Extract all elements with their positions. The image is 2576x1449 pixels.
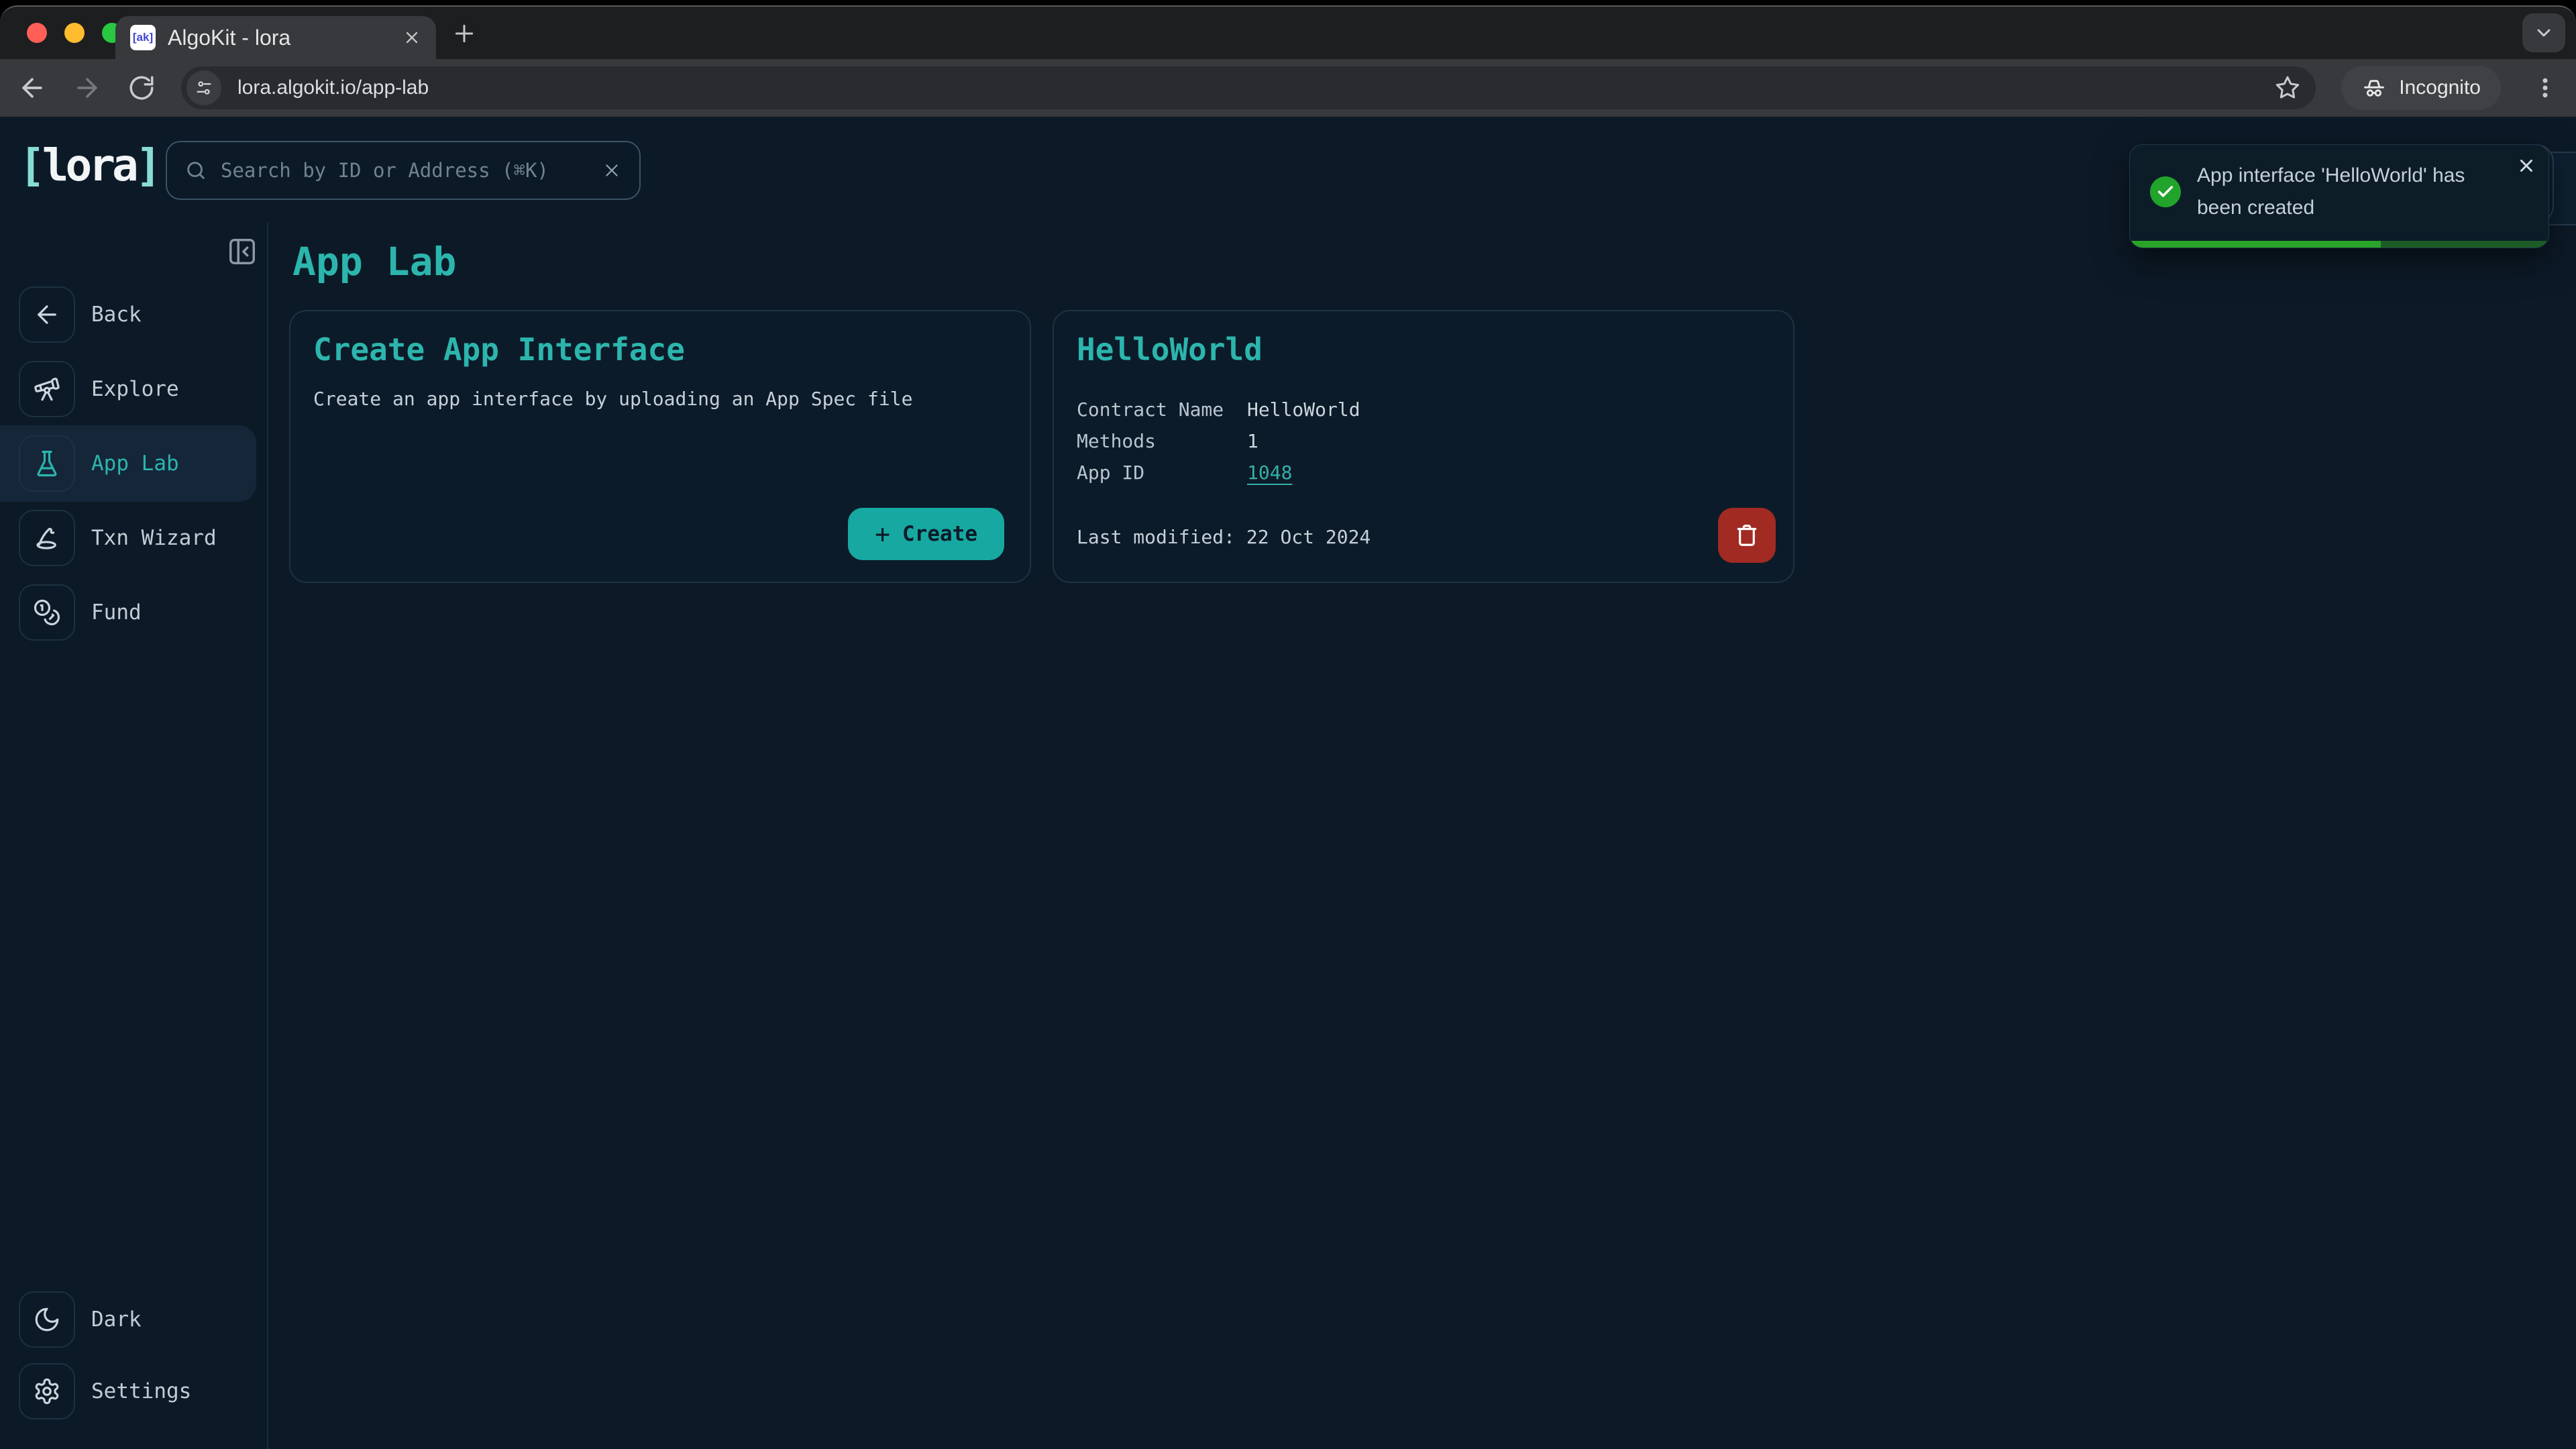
helloworld-app-card: HelloWorld Contract Name HelloWorld Meth… — [1053, 310, 1794, 583]
wizard-hat-icon — [19, 510, 75, 566]
gear-icon — [19, 1363, 75, 1419]
tab-close-icon[interactable] — [402, 28, 421, 47]
close-window-button[interactable] — [27, 23, 47, 43]
sidebar-item-label: Settings — [91, 1379, 191, 1403]
create-app-interface-card: Create App Interface Create an app inter… — [289, 310, 1031, 583]
main-content: App Lab Create App Interface Create an a… — [270, 117, 2576, 1449]
flask-icon — [19, 435, 75, 492]
detail-row-methods: Methods 1 — [1077, 430, 1770, 452]
sidebar-item-back[interactable]: Back — [0, 286, 266, 343]
browser-window: [ak] AlgoKit - lora lora.algokit.io/a — [0, 5, 2576, 1449]
card-description: Create an app interface by uploading an … — [313, 388, 1007, 410]
sidebar-item-label: Txn Wizard — [91, 526, 217, 550]
tab-strip: [ak] AlgoKit - lora — [0, 7, 2576, 59]
sidebar-item-txn-wizard[interactable]: Txn Wizard — [0, 510, 266, 566]
delete-app-button[interactable] — [1718, 508, 1776, 563]
sidebar-bottom-nav: Dark Settings — [0, 1291, 266, 1419]
reload-icon[interactable] — [127, 74, 156, 102]
sidebar-item-label: Back — [91, 303, 142, 327]
sidebar-collapse-icon[interactable] — [227, 236, 258, 267]
toast-progress-fill — [2130, 241, 2381, 248]
tab-search-button[interactable] — [2522, 13, 2565, 52]
detail-row-contract-name: Contract Name HelloWorld — [1077, 398, 1770, 421]
incognito-badge: Incognito — [2341, 66, 2501, 110]
last-modified-text: Last modified: 22 Oct 2024 — [1077, 526, 1371, 563]
lora-logo[interactable]: [lora] — [19, 140, 158, 191]
sidebar-item-label: Dark — [91, 1307, 142, 1332]
toast-progress-bar — [2130, 241, 2548, 248]
tab-favicon-icon: [ak] — [130, 25, 156, 50]
sidebar-item-settings[interactable]: Settings — [0, 1363, 266, 1419]
toast-body: App interface 'HelloWorld' has been crea… — [2130, 145, 2548, 239]
minimize-window-button[interactable] — [64, 23, 85, 43]
tab-title: AlgoKit - lora — [168, 25, 390, 50]
coins-icon — [19, 584, 75, 641]
browser-menu-icon[interactable] — [2532, 74, 2559, 101]
sidebar-item-fund[interactable]: Fund — [0, 584, 266, 641]
create-button-label: Create — [902, 522, 977, 546]
sidebar-item-label: App Lab — [91, 451, 179, 476]
site-settings-icon[interactable] — [186, 70, 221, 105]
window-controls — [27, 23, 122, 43]
sidebar-item-label: Explore — [91, 377, 179, 401]
app-id-link[interactable]: 1048 — [1247, 462, 1292, 484]
create-button[interactable]: + Create — [848, 508, 1004, 560]
page-title: App Lab — [292, 239, 456, 284]
cards-row: Create App Interface Create an app inter… — [289, 310, 1794, 583]
url-text[interactable]: lora.algokit.io/app-lab — [237, 76, 2258, 99]
moon-icon — [19, 1291, 75, 1348]
arrow-left-icon — [19, 286, 75, 343]
incognito-label: Incognito — [2399, 76, 2481, 99]
trash-icon — [1734, 523, 1760, 548]
lora-app: [lora] Back — [0, 117, 2576, 1449]
success-toast: App interface 'HelloWorld' has been crea… — [2129, 144, 2549, 248]
success-check-icon — [2150, 176, 2181, 207]
sidebar: Back Explore App Lab — [0, 223, 268, 1449]
sidebar-item-theme-dark[interactable]: Dark — [0, 1291, 266, 1348]
browser-tab[interactable]: [ak] AlgoKit - lora — [115, 16, 436, 59]
sidebar-item-explore[interactable]: Explore — [0, 361, 266, 417]
detail-row-app-id: App ID 1048 — [1077, 462, 1770, 484]
browser-toolbar: lora.algokit.io/app-lab Incognito — [0, 59, 2576, 117]
bookmark-star-icon[interactable] — [2274, 74, 2301, 101]
new-tab-button[interactable] — [451, 20, 478, 47]
toast-message: App interface 'HelloWorld' has been crea… — [2197, 160, 2499, 224]
card-footer: Last modified: 22 Oct 2024 — [1077, 508, 1776, 563]
forward-icon[interactable] — [72, 73, 102, 103]
toast-close-icon[interactable] — [2516, 156, 2536, 176]
sidebar-nav: Back Explore App Lab — [0, 286, 266, 641]
address-bar[interactable]: lora.algokit.io/app-lab — [181, 66, 2316, 109]
sidebar-item-app-lab[interactable]: App Lab — [0, 425, 256, 502]
sidebar-item-label: Fund — [91, 600, 142, 625]
search-icon — [184, 159, 207, 182]
telescope-icon — [19, 361, 75, 417]
back-icon[interactable] — [17, 73, 47, 103]
app-details: Contract Name HelloWorld Methods 1 App I… — [1077, 398, 1770, 484]
card-title: Create App Interface — [313, 331, 1007, 368]
incognito-icon — [2361, 75, 2387, 101]
card-title: HelloWorld — [1077, 331, 1770, 368]
plus-icon: + — [875, 521, 890, 547]
